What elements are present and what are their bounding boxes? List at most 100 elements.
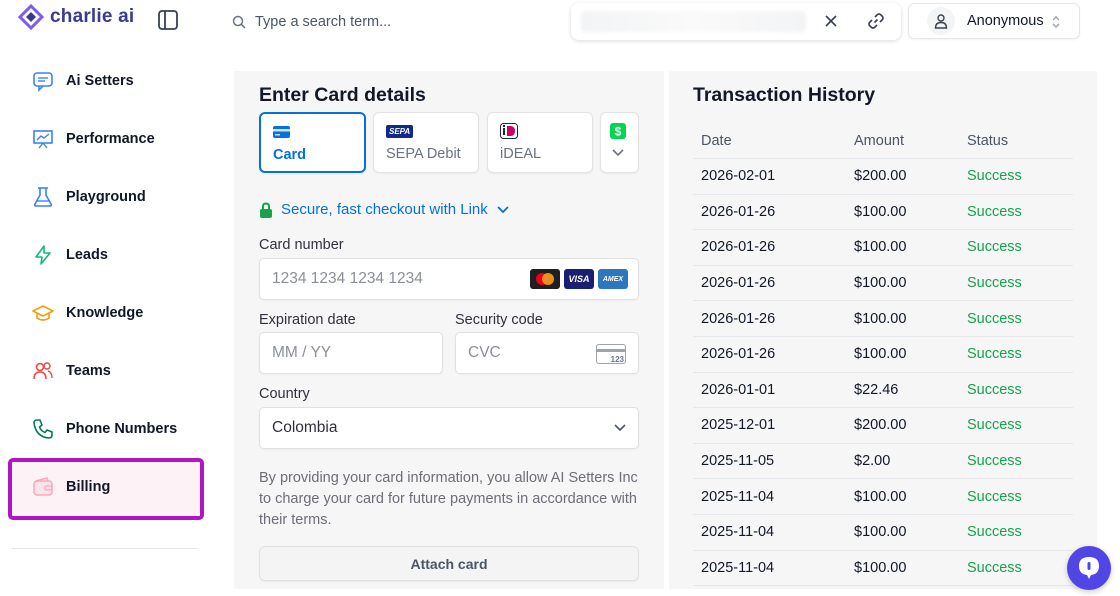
flask-icon (32, 186, 54, 208)
row-date: 2026-01-26 (701, 346, 776, 363)
sidebar-item-label: Performance (66, 131, 155, 147)
user-name: Anonymous (967, 13, 1044, 29)
column-header-amount: Amount (854, 132, 904, 149)
table-row: 2026-01-26 $100.00 Success (693, 301, 1073, 337)
card-number-field: VISA AMEX (259, 258, 639, 300)
app-logo[interactable]: charlie ai (18, 4, 134, 30)
sidebar-item-playground[interactable]: Playground (12, 168, 200, 226)
row-amount: $22.46 (854, 381, 899, 398)
table-row: 2025-11-04 $100.00 Success (693, 515, 1073, 551)
sidebar-item-performance[interactable]: Performance (12, 110, 200, 168)
row-amount: $100.00 (854, 239, 907, 256)
close-icon (825, 15, 837, 27)
sidebar-item-billing[interactable]: Billing (12, 458, 200, 516)
sepa-badge: SEPA (386, 124, 414, 138)
row-status: Success (967, 346, 1022, 363)
chevron-updown-icon (1052, 16, 1060, 28)
tab-card[interactable]: Card (259, 112, 366, 173)
sidebar-item-label: Billing (66, 479, 111, 495)
user-menu-button[interactable]: Anonymous (908, 3, 1080, 39)
row-amount: $2.00 (854, 453, 891, 470)
sidebar-item-label: Leads (66, 247, 108, 263)
attach-card-button[interactable]: Attach card (259, 546, 639, 581)
lock-icon (260, 201, 272, 218)
app-name: charlie ai (50, 6, 135, 27)
url-text-redacted (581, 11, 806, 32)
sidebar-item-leads[interactable]: Leads (12, 226, 200, 284)
tab-sepa-debit[interactable]: SEPA SEPA Debit (373, 112, 479, 173)
country-select[interactable]: Colombia (259, 407, 639, 449)
link-icon (868, 13, 884, 29)
users-icon (32, 360, 54, 382)
mastercard-icon (530, 269, 560, 289)
table-row: 2025-11-05 $2.00 Success (693, 444, 1073, 480)
row-amount: $100.00 (854, 346, 907, 363)
table-row: 2026-01-26 $100.00 Success (693, 230, 1073, 266)
credit-card-icon (273, 124, 352, 140)
row-date: 2026-01-26 (701, 310, 776, 327)
sidebar-item-phone-numbers[interactable]: Phone Numbers (12, 400, 200, 458)
row-date: 2026-01-26 (701, 275, 776, 292)
sidebar-item-ai-setters[interactable]: Ai Setters (12, 52, 200, 110)
card-brands: VISA AMEX (530, 269, 628, 289)
row-amount: $100.00 (854, 488, 907, 505)
cvc-hint: 123 (610, 355, 624, 364)
chat-bubble-icon (1079, 557, 1099, 579)
card-number-label: Card number (259, 237, 344, 253)
presentation-chart-icon (32, 128, 54, 150)
row-amount: $100.00 (854, 310, 907, 327)
amex-icon: AMEX (598, 269, 628, 289)
search-input[interactable] (255, 14, 535, 30)
tab-ideal[interactable]: iDEAL (487, 112, 593, 173)
transaction-history-panel: Transaction History Date Amount Status 2… (669, 71, 1097, 589)
search-bar (232, 10, 552, 34)
row-status: Success (967, 524, 1022, 541)
row-amount: $200.00 (854, 417, 907, 434)
row-status: Success (967, 310, 1022, 327)
transaction-history-title: Transaction History (693, 84, 876, 106)
clear-button[interactable] (822, 12, 840, 30)
row-status: Success (967, 381, 1022, 398)
row-amount: $100.00 (854, 275, 907, 292)
sidebar-item-label: Ai Setters (66, 73, 134, 89)
sidebar-item-label: Playground (66, 189, 146, 205)
table-row: 2026-01-26 $100.00 Success (693, 266, 1073, 302)
row-date: 2025-11-05 (701, 453, 775, 470)
sidebar-item-label: Knowledge (66, 305, 144, 321)
avatar (927, 7, 955, 35)
copy-link-button[interactable] (867, 12, 885, 30)
sidebar-item-label: Teams (66, 363, 111, 379)
table-row: 2026-02-01 $200.00 Success (693, 159, 1073, 195)
row-date: 2025-11-04 (701, 524, 775, 541)
url-field[interactable] (571, 3, 901, 40)
table-row: 2025-11-04 $100.00 Success (693, 479, 1073, 515)
row-status: Success (967, 488, 1022, 505)
sidebar-item-knowledge[interactable]: Knowledge (12, 284, 200, 342)
sidebar-toggle-icon (158, 10, 178, 30)
table-row: 2026-01-01 $22.46 Success (693, 373, 1073, 409)
row-status: Success (967, 275, 1022, 292)
row-amount: $100.00 (854, 203, 907, 220)
card-disclaimer: By providing your card information, you … (259, 470, 638, 528)
tab-label: SEPA Debit (386, 146, 461, 162)
card-form-title: Enter Card details (259, 84, 426, 106)
expiration-input[interactable] (272, 344, 442, 362)
sidebar-toggle-button[interactable] (157, 9, 179, 31)
security-code-field: 123 (455, 332, 639, 374)
row-amount: $100.00 (854, 524, 907, 541)
link-checkout-toggle[interactable]: Secure, fast checkout with Link (259, 201, 510, 218)
chat-icon (32, 70, 54, 92)
row-date: 2026-01-01 (701, 381, 776, 398)
logo-icon (18, 4, 44, 30)
sidebar-item-teams[interactable]: Teams (12, 342, 200, 400)
sepa-icon: SEPA (386, 123, 466, 139)
row-date: 2025-11-04 (701, 559, 775, 576)
chat-support-button[interactable] (1067, 546, 1111, 590)
more-methods-button[interactable]: $ (600, 112, 639, 173)
table-row: 2026-01-26 $100.00 Success (693, 195, 1073, 231)
sidebar-item-label: Phone Numbers (66, 421, 178, 437)
country-value: Colombia (272, 419, 338, 436)
row-status: Success (967, 203, 1022, 220)
row-date: 2026-01-26 (701, 203, 776, 220)
phone-icon (32, 418, 54, 440)
